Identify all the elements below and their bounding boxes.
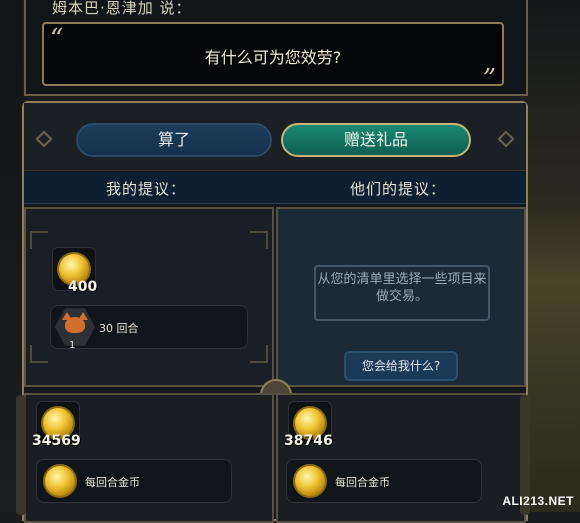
fox-icon bbox=[62, 312, 88, 333]
gold-coin-icon bbox=[43, 464, 77, 498]
dialog-message: 有什么可为您效劳? bbox=[204, 48, 342, 67]
their-treasury-amount: 38746 bbox=[284, 433, 333, 449]
trade-hint: 从您的清单里选择一些项目来做交易。 bbox=[314, 265, 490, 321]
their-offer-label: 他们的提议： bbox=[350, 180, 447, 198]
dialog-quote-box: “ 有什么可为您效劳? ” bbox=[42, 22, 504, 94]
their-gold-per-turn-item[interactable]: 每回合金币 bbox=[286, 459, 482, 503]
corner-ornament bbox=[250, 231, 268, 249]
action-button-row: 算了 赠送礼品 bbox=[24, 103, 526, 171]
corner-ornament bbox=[250, 345, 268, 363]
offered-item-label: 30 回合 bbox=[99, 322, 139, 335]
my-gold-per-turn-item[interactable]: 每回合金币 bbox=[36, 459, 232, 503]
quote-close-icon: ” bbox=[482, 64, 496, 94]
left-scroll-rail bbox=[16, 395, 26, 515]
offer-header: 我的提议： 他们的提议： bbox=[24, 172, 526, 204]
gold-coin-icon bbox=[293, 464, 327, 498]
site-watermark: ALI213.NET bbox=[502, 494, 574, 508]
my-offer-label: 我的提议： bbox=[106, 180, 187, 198]
my-inventory-pane: 34569 每回合金币 bbox=[24, 393, 274, 523]
offered-gold-amount: 400 bbox=[68, 279, 98, 295]
my-treasury-amount: 34569 bbox=[32, 433, 81, 449]
my-offer-pane: 400 30 回合 1 bbox=[24, 207, 274, 387]
what-will-you-give-button[interactable]: 您会给我什么? bbox=[344, 351, 458, 381]
speaker-name: 姆本巴·恩津加 说： bbox=[52, 0, 192, 17]
diamond-ornament-icon bbox=[497, 130, 515, 148]
gold-per-turn-label: 每回合金币 bbox=[85, 476, 140, 489]
their-inventory-pane: 38746 每回合金币 bbox=[276, 393, 526, 523]
gold-per-turn-label: 每回合金币 bbox=[335, 476, 390, 489]
corner-ornament bbox=[30, 231, 48, 249]
give-gift-button[interactable]: 赠送礼品 bbox=[281, 123, 471, 157]
cancel-button[interactable]: 算了 bbox=[76, 123, 272, 157]
trade-panel: 算了 赠送礼品 我的提议： 他们的提议： 400 30 回合 1 从您的清单里选… bbox=[22, 101, 528, 523]
their-offer-pane: 从您的清单里选择一些项目来做交易。 您会给我什么? bbox=[276, 207, 526, 387]
corner-ornament bbox=[30, 345, 48, 363]
offered-item-row[interactable]: 30 回合 1 bbox=[50, 305, 248, 351]
diamond-ornament-icon bbox=[35, 130, 53, 148]
offered-item-count: 1 bbox=[69, 340, 76, 351]
